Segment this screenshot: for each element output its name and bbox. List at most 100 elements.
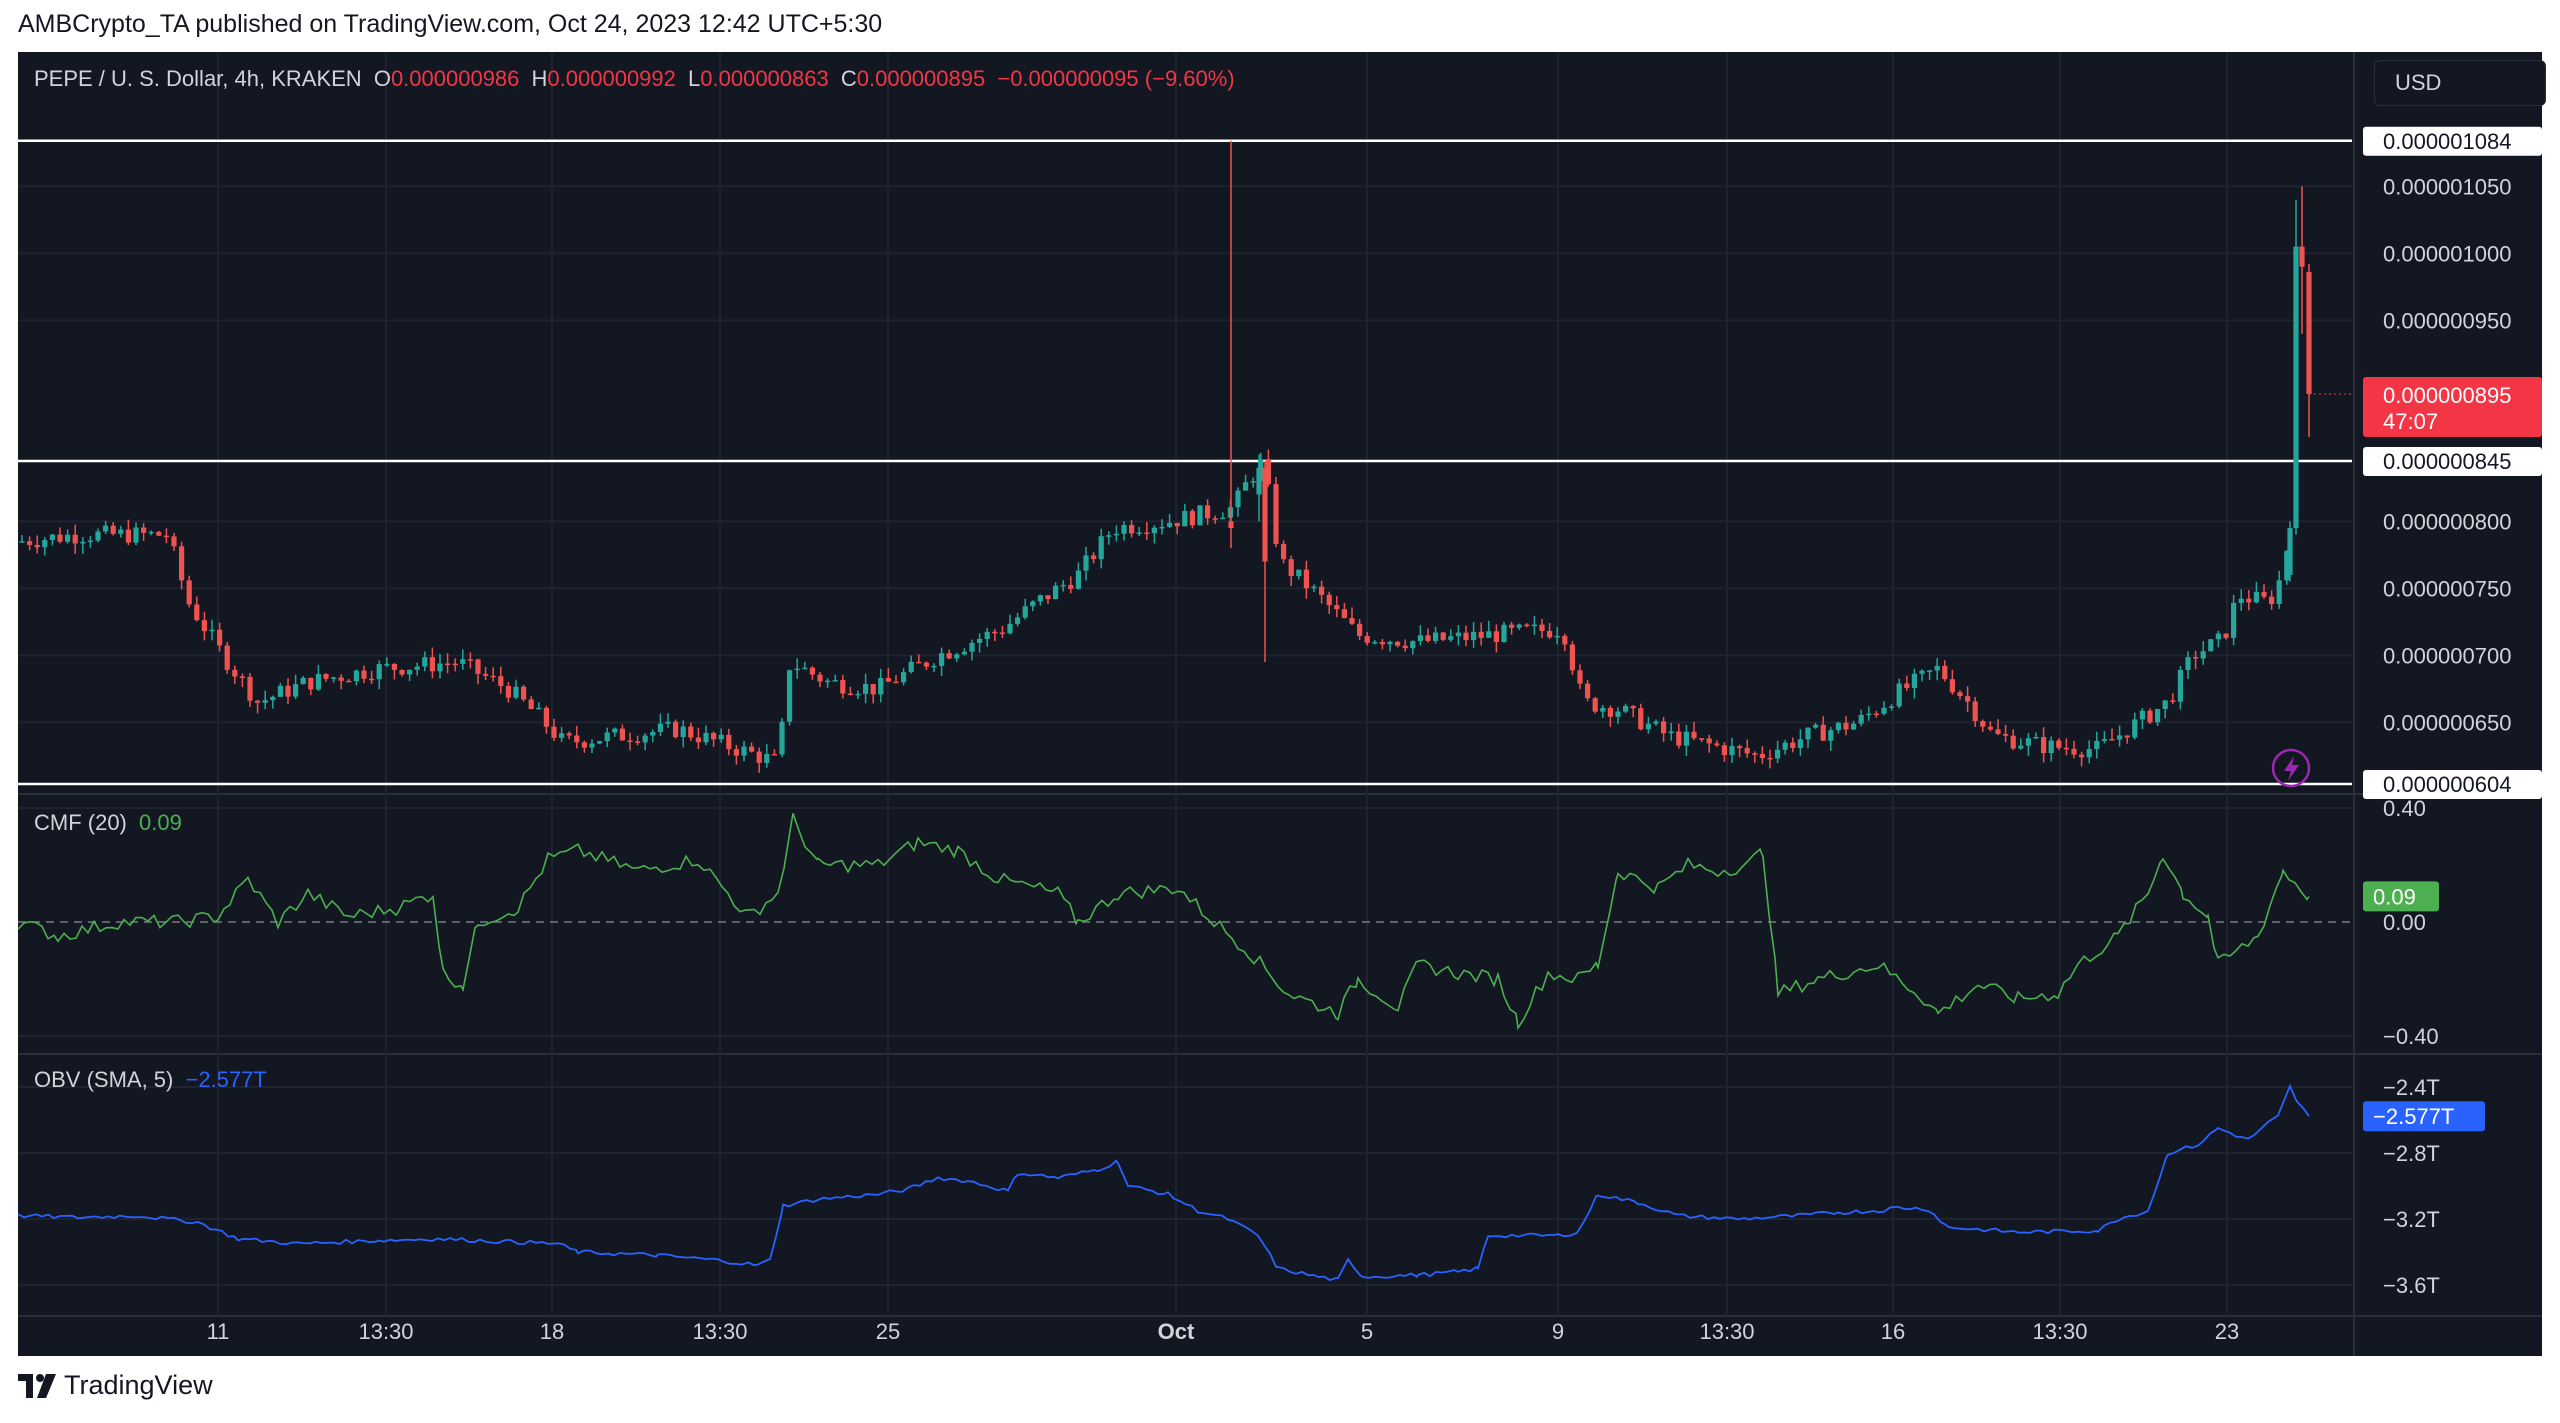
candle-body [285,685,291,697]
candle-body [95,531,101,541]
candle-body [1463,632,1469,641]
candle-body [2139,710,2145,720]
candle-body [581,742,587,748]
candle-body [133,527,139,543]
candle-body [2246,598,2252,603]
candle-body [1797,739,1803,748]
candle-body [665,721,671,724]
candle-body [293,684,299,697]
candle-body [2025,738,2031,746]
chart-canvas[interactable]: 0.000001050 0.000001000 0.000000950 0.00000… [18,52,2542,1356]
candle-body [1113,533,1119,536]
candle-body [1911,673,1917,688]
candle-body [969,642,975,652]
candle-body [1440,632,1446,640]
candle-body [1919,670,1925,674]
candle-body [1379,641,1385,645]
candle-body [1934,665,1940,671]
candle-body [1235,490,1241,508]
obv-tick-label: −2.4T [2383,1075,2440,1100]
candle-body [65,534,71,542]
candle-body [110,525,116,534]
tradingview-logo[interactable]: TradingView [18,1370,213,1401]
obv-label[interactable]: OBV (SMA, 5) [34,1067,173,1092]
obv-tick-label: −2.8T [2383,1141,2440,1166]
candle-body [1455,632,1461,637]
candle-body [2269,596,2275,604]
candle-body [1341,609,1347,619]
candle-body [673,721,679,738]
candle-body [756,751,762,763]
candle-body [323,673,329,679]
candle-body [1262,467,1268,562]
time-tick-label: 11 [207,1319,230,1344]
price-tick-label: 0.000000750 [2383,576,2511,601]
candle-body [490,675,496,678]
candle-body [338,677,344,681]
candle-body [1889,706,1895,708]
candle-body [1357,623,1363,636]
cmf-tick-label: −0.40 [2383,1024,2439,1049]
candle-body [1623,705,1629,712]
candle-body [840,680,846,694]
candle-body [422,657,428,667]
candle-body [1668,731,1674,734]
candle-body [1319,586,1325,595]
candle-body [1957,692,1963,697]
obv-legend: OBV (SMA, 5) −2.577T [34,1067,273,1093]
candle-body [612,728,618,733]
candle-body [825,680,831,683]
candle-body [475,659,481,674]
candle-body [733,749,739,756]
cmf-label[interactable]: CMF (20) [34,810,127,835]
candle-body [2276,580,2282,604]
candle-body [726,734,732,750]
candle-body [2056,740,2062,748]
candle-body [1433,632,1439,641]
candle-body [1349,618,1355,624]
candle-body [961,651,967,655]
price-tick-label: 0.000000650 [2383,710,2511,735]
candle-body [1015,617,1021,624]
candle-body [452,663,458,666]
candle-body [1927,670,1933,673]
time-tick-label: Oct [1158,1319,1195,1344]
currency-selector[interactable]: USD [2374,60,2546,106]
candle-body [1387,641,1393,645]
candle-body [1661,721,1667,734]
symbol-label[interactable]: PEPE / U. S. Dollar, 4h, KRAKEN [34,66,362,91]
time-tick-label: 13:30 [692,1319,747,1344]
obv-current-label: −2.577T [2373,1104,2454,1129]
candle-body [1828,730,1834,741]
candle-body [688,726,694,738]
candle-body [2117,735,2123,740]
candle-body [1212,518,1218,520]
candle-body [2238,598,2244,603]
candle-body [1060,584,1066,587]
candle-body [331,677,337,679]
candle-body [703,732,709,743]
chart-frame[interactable]: 0.000001050 0.000001000 0.000000950 0.00000… [18,52,2546,1356]
candle-body [1053,585,1059,600]
candle-body [2293,246,2299,529]
candle-body [141,527,147,533]
candle-body [1151,527,1157,534]
candle-body [2170,700,2176,702]
high-label: H [531,66,548,91]
candle-body [817,674,823,682]
candle-body [809,667,815,675]
price-tick-label: 0.000001000 [2383,241,2511,266]
candle-body [1030,601,1036,607]
candle-body [1220,517,1226,520]
candle-body [741,746,747,756]
candle-body [1691,731,1697,739]
price-tick-label: 0.000000700 [2383,643,2511,668]
candle-body [1045,595,1051,600]
candle-body [353,670,359,682]
candle-body [1585,683,1591,699]
candle-body [1714,743,1720,746]
candle-body [1417,635,1423,642]
candle-body [1858,714,1864,724]
candle-body [908,661,914,673]
candle-body [429,657,435,672]
